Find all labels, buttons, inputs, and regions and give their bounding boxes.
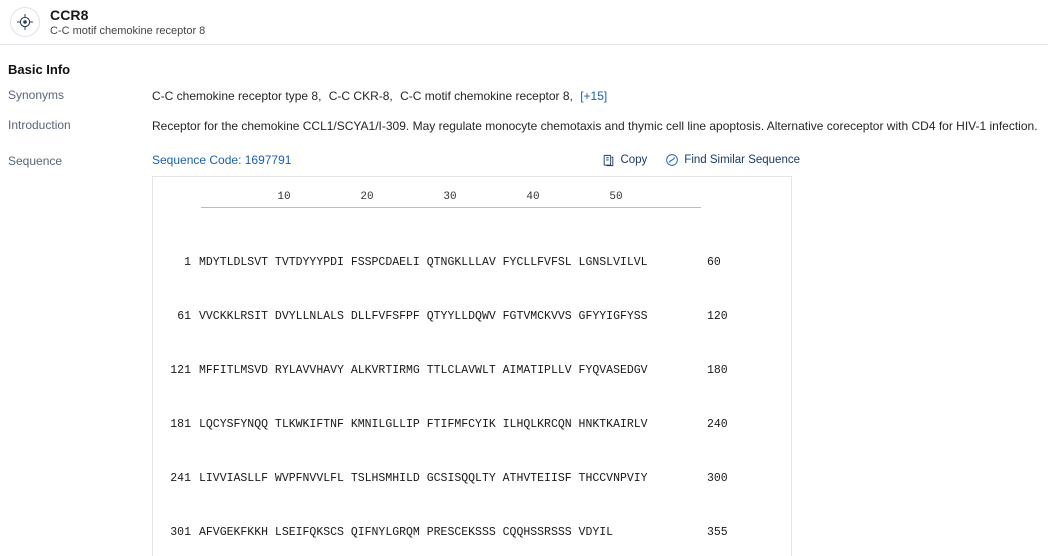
sequence-lines: 1 MDYTLDLSVT TVTDYYYPDI FSSPCDAELI QTNGK… xyxy=(153,218,791,556)
sequence-ruler: 10 20 30 40 50 xyxy=(201,191,701,211)
sequence-body: Sequence Code: 1697791 Copy Find Similar… xyxy=(152,153,1040,556)
sequence-line: 241 LIVVIASLLF WVPFNVVLFL TSLHSMHILD GCS… xyxy=(153,470,791,488)
synonyms-row: Synonyms C-C chemokine receptor type 8, … xyxy=(8,87,1040,105)
introduction-value: Receptor for the chemokine CCL1/SCYA1/I-… xyxy=(152,119,1038,133)
sequence-line: 121 MFFITLMSVD RYLAVVHAVY ALKVRTIRMG TTL… xyxy=(153,362,791,380)
sequence-line-end: 355 xyxy=(707,526,728,539)
ruler-tick: 20 xyxy=(360,191,374,203)
find-similar-icon xyxy=(665,153,679,167)
sequence-line-start: 1 xyxy=(184,256,191,269)
sequence-box: 10 20 30 40 50 1 MDYTLDLSVT TVTDYYYPDI F… xyxy=(152,176,792,556)
sequence-line-start: 121 xyxy=(170,364,191,377)
introduction-row: Introduction Receptor for the chemokine … xyxy=(8,117,1040,135)
basic-info-heading: Basic Info xyxy=(8,62,71,77)
synonym-item: C-C motif chemokine receptor 8, xyxy=(400,89,573,103)
page-title: CCR8 xyxy=(50,6,89,23)
ruler-tick: 30 xyxy=(443,191,457,203)
sequence-line-end: 120 xyxy=(707,310,728,323)
sequence-line-start: 301 xyxy=(170,526,191,539)
sequence-code[interactable]: Sequence Code: 1697791 xyxy=(152,153,291,167)
sequence-actions: Copy Find Similar Sequence xyxy=(602,153,800,167)
sequence-line-residues: VVCKKLRSIT DVYLLNLALS DLLFVFSFPF QTYYLLD… xyxy=(199,310,648,323)
sequence-line-start: 241 xyxy=(170,472,191,485)
sequence-line-residues: MFFITLMSVD RYLAVVHAVY ALKVRTIRMG TTLCLAV… xyxy=(199,364,648,377)
header-text-block: CCR8 C-C motif chemokine receptor 8 xyxy=(50,7,205,38)
sequence-line-end: 300 xyxy=(707,472,728,485)
sequence-line-start: 61 xyxy=(177,310,191,323)
sequence-header-bar: Sequence Code: 1697791 Copy Find Similar… xyxy=(152,153,800,167)
synonym-item: C-C chemokine receptor type 8, xyxy=(152,89,322,103)
sequence-line-residues: AFVGEKFKKH LSEIFQKSCS QIFNYLGRQM PRESCEK… xyxy=(199,526,614,539)
sequence-line: 181 LQCYSFYNQQ TLKWKIFTNF KMNILGLLIP FTI… xyxy=(153,416,791,434)
target-icon xyxy=(10,7,40,37)
sequence-line-residues: MDYTLDLSVT TVTDYYYPDI FSSPCDAELI QTNGKLL… xyxy=(199,256,648,269)
ruler-tick: 40 xyxy=(526,191,540,203)
sequence-line-residues: LIVVIASLLF WVPFNVVLFL TSLHSMHILD GCSISQQ… xyxy=(199,472,648,485)
page-header: CCR8 C-C motif chemokine receptor 8 xyxy=(0,0,1048,45)
sequence-line-end: 60 xyxy=(707,256,721,269)
sequence-label: Sequence xyxy=(8,154,63,168)
ruler-baseline xyxy=(201,207,701,208)
sequence-line: 301 AFVGEKFKKH LSEIFQKSCS QIFNYLGRQM PRE… xyxy=(153,524,791,542)
sequence-line: 1 MDYTLDLSVT TVTDYYYPDI FSSPCDAELI QTNGK… xyxy=(153,254,791,272)
find-similar-sequence-button[interactable]: Find Similar Sequence xyxy=(665,153,800,167)
sequence-line-start: 181 xyxy=(170,418,191,431)
sequence-line-end: 240 xyxy=(707,418,728,431)
main-content: Basic Info Synonyms C-C chemokine recept… xyxy=(0,62,1048,556)
find-similar-label: Find Similar Sequence xyxy=(684,154,800,166)
copy-button[interactable]: Copy xyxy=(602,154,647,167)
sequence-line: 61 VVCKKLRSIT DVYLLNLALS DLLFVFSFPF QTYY… xyxy=(153,308,791,326)
copy-icon xyxy=(602,154,615,167)
ruler-tick: 50 xyxy=(609,191,623,203)
sequence-line-end: 180 xyxy=(707,364,728,377)
sequence-row: Sequence Sequence Code: 1697791 Copy Fin… xyxy=(8,153,1040,556)
sequence-line-residues: LQCYSFYNQQ TLKWKIFTNF KMNILGLLIP FTIFMFC… xyxy=(199,418,648,431)
synonym-item: C-C CKR-8, xyxy=(328,89,393,103)
copy-label: Copy xyxy=(620,154,648,166)
page-subtitle: C-C motif chemokine receptor 8 xyxy=(50,24,206,37)
synonyms-value: C-C chemokine receptor type 8, C-C CKR-8… xyxy=(152,87,607,105)
synonyms-label: Synonyms xyxy=(8,88,65,102)
synonyms-more-link[interactable]: [+15] xyxy=(580,89,607,103)
introduction-label: Introduction xyxy=(8,118,71,132)
ruler-tick: 10 xyxy=(277,191,291,203)
